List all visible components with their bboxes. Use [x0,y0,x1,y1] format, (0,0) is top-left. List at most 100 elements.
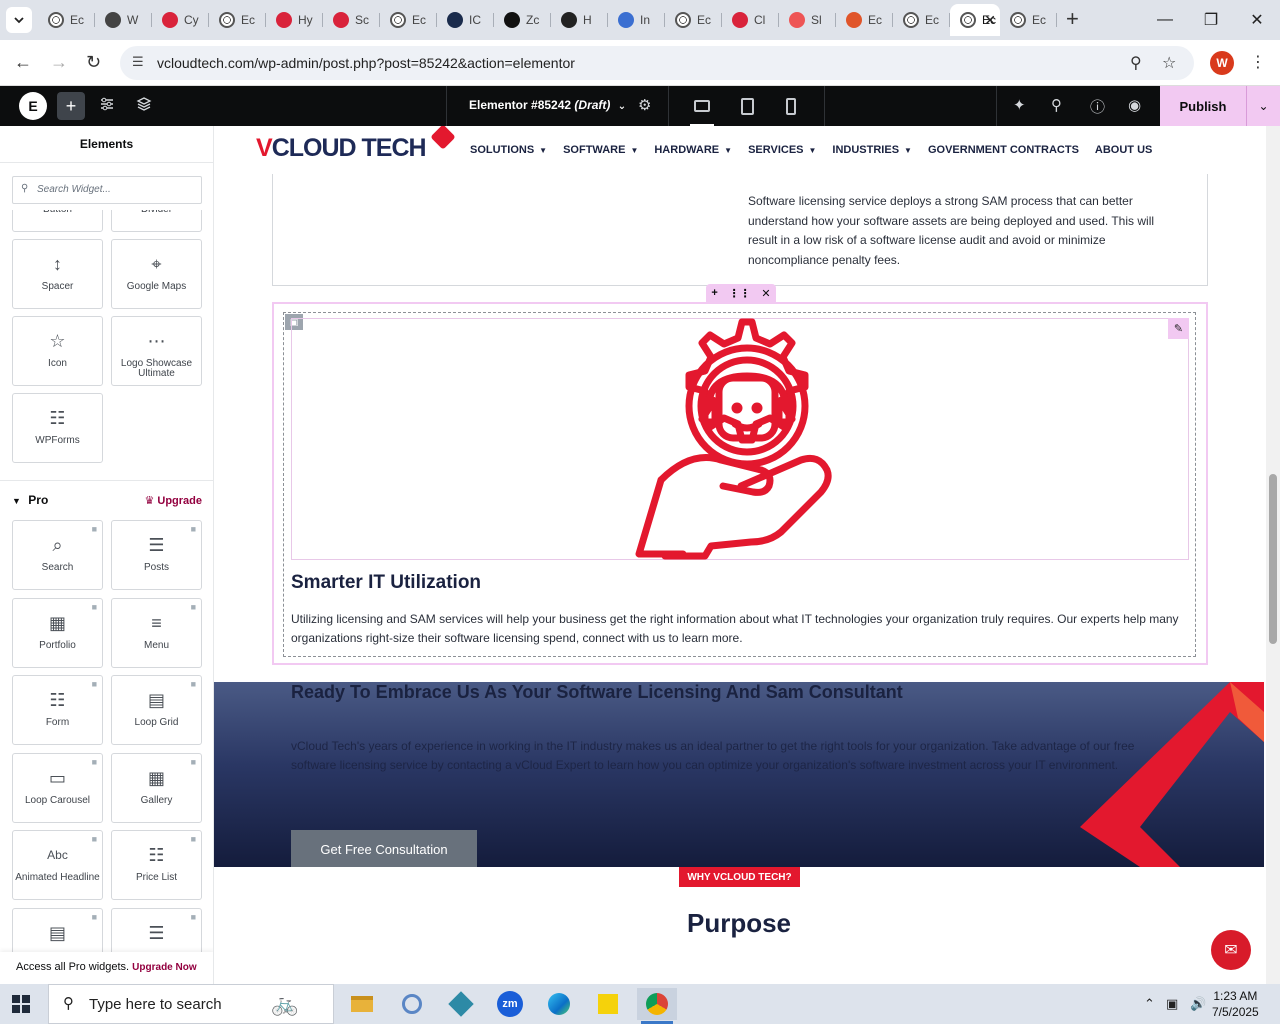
pro-category-toggle[interactable]: ▼ Pro ♛ Upgrade [12,493,202,509]
browser-tab[interactable]: Ec [836,4,893,36]
edit-widget-pencil-icon[interactable]: ✎ [1168,318,1189,339]
page-settings-gear-icon[interactable]: ⚙ [638,96,651,114]
taskbar-search-input[interactable]: ⚲ Type here to search 🚲 [48,984,334,1024]
widget-price-list[interactable]: ☷ Price List ■ [111,830,202,900]
chrome-icon[interactable] [637,988,677,1024]
help-icon[interactable]: ⓘ [1090,96,1105,117]
back-arrow-icon[interactable]: ← [14,52,32,73]
nav-item[interactable]: HARDWARE ▼ [654,144,732,156]
browser-tab[interactable]: Ec ✕ [950,4,1000,36]
widget-wpforms[interactable]: ☷ WPForms [12,393,103,463]
ai-sparkle-icon[interactable]: ✦ [1013,96,1026,114]
volume-icon[interactable]: 🔊 [1190,996,1206,1012]
desktop-view-icon[interactable] [690,94,714,126]
widget-spacer[interactable]: ↕ Spacer [12,239,103,309]
widget-menu[interactable]: ≡ Menu ■ [111,597,202,668]
new-tab-button[interactable]: + [1066,8,1079,30]
url-text[interactable]: vcloudtech.com/wp-admin/post.php?post=85… [157,55,575,71]
headline-icon: Abc [47,848,68,862]
widget-animated-headline[interactable]: Abc Animated Headline ■ [12,830,103,900]
network-tray-icon[interactable]: ▣ [1166,996,1178,1012]
lock-icon: ■ [91,601,97,612]
search-icon[interactable]: ⚲ [1051,96,1062,114]
browser-tab[interactable]: H [551,4,608,36]
sticky-notes-icon[interactable] [588,988,628,1020]
upgrade-link[interactable]: ♛ Upgrade [144,494,202,507]
elementor-logo-icon[interactable]: E [19,92,47,120]
nav-item[interactable]: INDUSTRIES ▼ [832,144,912,156]
document-title[interactable]: Elementor #85242 (Draft) ⌄ [469,98,626,112]
zoom-icon[interactable]: zm [490,988,530,1020]
browser-tab[interactable]: Cl [722,4,779,36]
close-window-button[interactable]: ✕ [1234,0,1280,40]
add-section-icon[interactable]: + [711,287,717,299]
add-element-button[interactable]: + [57,92,85,120]
edge-icon[interactable] [539,988,579,1020]
bookmark-star-icon[interactable]: ☆ [1162,53,1176,73]
delete-section-icon[interactable]: ✕ [761,287,770,300]
restore-button[interactable]: ❐ [1188,0,1234,40]
site-settings-icon[interactable] [99,96,115,116]
reload-icon[interactable]: ↻ [86,52,101,73]
browser-tab[interactable]: W [95,4,152,36]
app-icon[interactable] [441,988,481,1020]
site-logo[interactable]: VCLOUD TECH [256,134,427,163]
scrollbar-thumb[interactable] [1269,474,1277,644]
windows-start-icon[interactable] [12,995,30,1013]
browser-tab[interactable]: Ec [893,4,950,36]
nav-item[interactable]: SOLUTIONS ▼ [470,144,547,156]
profile-avatar[interactable]: W [1210,51,1234,75]
network-icon[interactable] [392,988,432,1020]
browser-tab[interactable]: Ec [1000,4,1057,36]
browser-tab[interactable]: Sl [779,4,836,36]
section-handle[interactable]: + ⋮⋮ ✕ [706,284,776,302]
widget-search[interactable]: ⌕ Search ■ [12,520,103,590]
minimize-button[interactable]: — [1142,0,1188,40]
widget-portfolio[interactable]: ▦ Portfolio ■ [12,597,103,668]
tab-search-button[interactable] [6,7,32,33]
browser-tab[interactable]: Cy [152,4,209,36]
chat-icon[interactable]: ✉ [1211,930,1251,970]
browser-menu-icon[interactable]: ⋮ [1250,52,1266,72]
nav-item[interactable]: SERVICES ▼ [748,144,816,156]
upgrade-now-link[interactable]: Upgrade Now [132,962,196,973]
close-tab-icon[interactable]: ✕ [984,12,996,29]
browser-tab[interactable]: Ec [38,4,95,36]
widget-google-maps[interactable]: ⌖ Google Maps [111,239,202,309]
browser-tab[interactable]: IC [437,4,494,36]
nav-item[interactable]: ABOUT US [1095,144,1152,156]
browser-tab[interactable]: Ec [665,4,722,36]
widget-posts[interactable]: ☰ Posts ■ [111,520,202,590]
tray-chevron-icon[interactable]: ⌃ [1144,996,1155,1012]
widget-icon[interactable]: ☆ Icon [12,316,103,386]
system-clock[interactable]: 1:23 AM 7/5/2025 [1212,988,1259,1020]
nav-item[interactable]: GOVERNMENT CONTRACTS [928,144,1079,156]
drag-handle-icon[interactable]: ⋮⋮ [729,287,751,300]
widget-search-input[interactable]: ⚲ Search Widget... [12,176,202,204]
nav-item[interactable]: SOFTWARE ▼ [563,144,638,156]
file-explorer-icon[interactable] [342,988,382,1020]
mobile-view-icon[interactable] [779,94,803,118]
structure-layers-icon[interactable] [136,96,152,116]
browser-tab[interactable]: Ec [209,4,266,36]
browser-tab[interactable]: Ec [380,4,437,36]
browser-tab[interactable]: Sc [323,4,380,36]
browser-tab[interactable]: In [608,4,665,36]
publish-options-chevron-icon[interactable]: ⌄ [1246,86,1280,126]
site-info-icon[interactable]: ☰ [132,54,148,70]
publish-button[interactable]: Publish [1160,86,1246,126]
widget-gallery[interactable]: ▦ Gallery ■ [111,752,202,823]
browser-tab[interactable]: Zc [494,4,551,36]
widget-form[interactable]: ☷ Form ■ [12,675,103,745]
forward-arrow-icon[interactable]: → [50,52,68,73]
canvas-scrollbar[interactable] [1266,126,1280,984]
widget-logo-showcase-ultimate[interactable]: ⋯ Logo Showcase Ultimate [111,316,202,386]
widget-loop-carousel[interactable]: ▭ Loop Carousel ■ [12,752,103,823]
omnibox[interactable]: ☰ vcloudtech.com/wp-admin/post.php?post=… [120,46,1194,80]
widget-loop-grid[interactable]: ▤ Loop Grid ■ [111,675,202,745]
get-consultation-button[interactable]: Get Free Consultation [291,830,477,867]
tablet-view-icon[interactable] [735,94,759,118]
browser-tab[interactable]: Hy [266,4,323,36]
zoom-icon[interactable]: ⚲ [1130,53,1142,73]
preview-eye-icon[interactable]: ◉ [1128,96,1141,114]
